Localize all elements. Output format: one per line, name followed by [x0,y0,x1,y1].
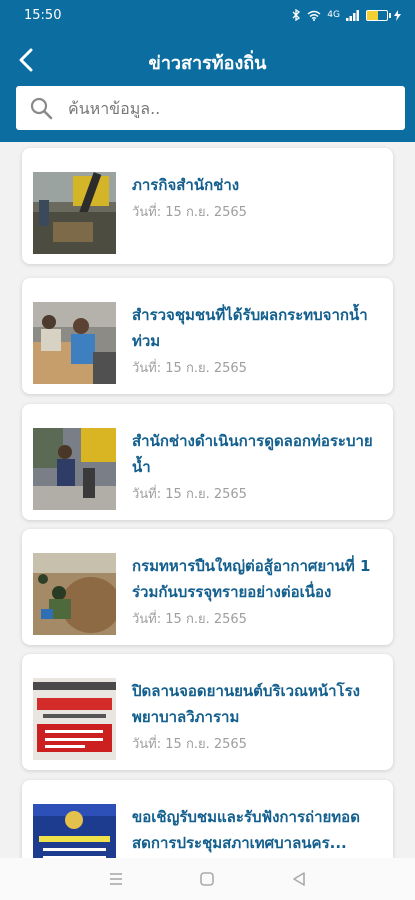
news-content: ขอเชิญรับชมและรับฟังการถ่ายทอด สดการประชุ… [132,804,383,858]
news-list: ภารกิจสำนักช่าง วันที่: 15 ก.ย. 2565 สำร… [0,142,415,858]
menu-icon [109,873,122,885]
network-label: 4G [327,10,340,20]
app-header: ข่าวสารท้องถิ่น [0,30,415,142]
news-thumbnail [33,804,116,858]
news-title: สำรวจชุมชนที่ได้รับผลกระทบจากน้ำ ท่วม [132,306,368,350]
nav-back-button[interactable] [284,864,314,894]
status-icons: 4G [291,9,401,21]
news-card[interactable]: ปิดลานจอดยานยนต์บริเวณหน้าโรง พยาบาลวิภาร… [22,654,393,770]
signal-icon [346,9,359,21]
page-title: ข่าวสารท้องถิ่น [148,53,267,74]
news-card[interactable]: สำนักช่างดำเนินการดูดลอกท่อระบาย น้ำ วันท… [22,404,393,520]
wifi-icon [307,10,321,21]
news-content: สำรวจชุมชนที่ได้รับผลกระทบจากน้ำ ท่วม วัน… [132,302,383,378]
news-date: วันที่: 15 ก.ย. 2565 [132,612,247,627]
news-card[interactable]: สำรวจชุมชนที่ได้รับผลกระทบจากน้ำ ท่วม วัน… [22,278,393,394]
news-title: ปิดลานจอดยานยนต์บริเวณหน้าโรง พยาบาลวิภาร… [132,682,360,726]
news-date: วันที่: 15 ก.ย. 2565 [132,487,247,502]
search-icon [28,95,54,121]
news-content: กรมทหารปืนใหญ่ต่อสู้อากาศยานที่ 1 ร่วมกัน… [132,553,383,629]
news-thumbnail [33,302,116,384]
news-date: วันที่: 15 ก.ย. 2565 [132,361,247,376]
status-bar: 15:50 4G [0,0,415,30]
news-content: ภารกิจสำนักช่าง วันที่: 15 ก.ย. 2565 [132,172,383,222]
news-title: กรมทหารปืนใหญ่ต่อสู้อากาศยานที่ 1 ร่วมกัน… [132,557,371,601]
news-thumbnail [33,553,116,635]
news-card[interactable]: กรมทหารปืนใหญ่ต่อสู้อากาศยานที่ 1 ร่วมกัน… [22,529,393,645]
triangle-back-icon [293,872,305,886]
news-thumbnail [33,172,116,254]
bluetooth-icon [292,9,301,21]
battery-icon [366,9,391,21]
search-input[interactable] [68,98,388,118]
news-date: วันที่: 15 ก.ย. 2565 [132,737,247,752]
news-content: ปิดลานจอดยานยนต์บริเวณหน้าโรง พยาบาลวิภาร… [132,678,383,754]
news-title: สำนักช่างดำเนินการดูดลอกท่อระบาย น้ำ [132,432,373,476]
news-title: ภารกิจสำนักช่าง [132,176,240,194]
status-time: 15:50 [24,7,62,23]
search-bar[interactable] [16,86,405,130]
news-thumbnail [33,428,116,510]
home-button[interactable] [192,864,222,894]
square-icon [200,872,215,886]
system-nav-bar [0,858,415,900]
news-thumbnail [33,678,116,760]
charging-icon [394,9,401,21]
news-card[interactable]: ภารกิจสำนักช่าง วันที่: 15 ก.ย. 2565 [22,148,393,264]
news-date: วันที่: 15 ก.ย. 2565 [132,205,247,220]
news-title: ขอเชิญรับชมและรับฟังการถ่ายทอด สดการประชุ… [132,808,360,852]
recent-apps-button[interactable] [101,864,131,894]
news-card[interactable]: ขอเชิญรับชมและรับฟังการถ่ายทอด สดการประชุ… [22,780,393,858]
news-content: สำนักช่างดำเนินการดูดลอกท่อระบาย น้ำ วันท… [132,428,383,504]
